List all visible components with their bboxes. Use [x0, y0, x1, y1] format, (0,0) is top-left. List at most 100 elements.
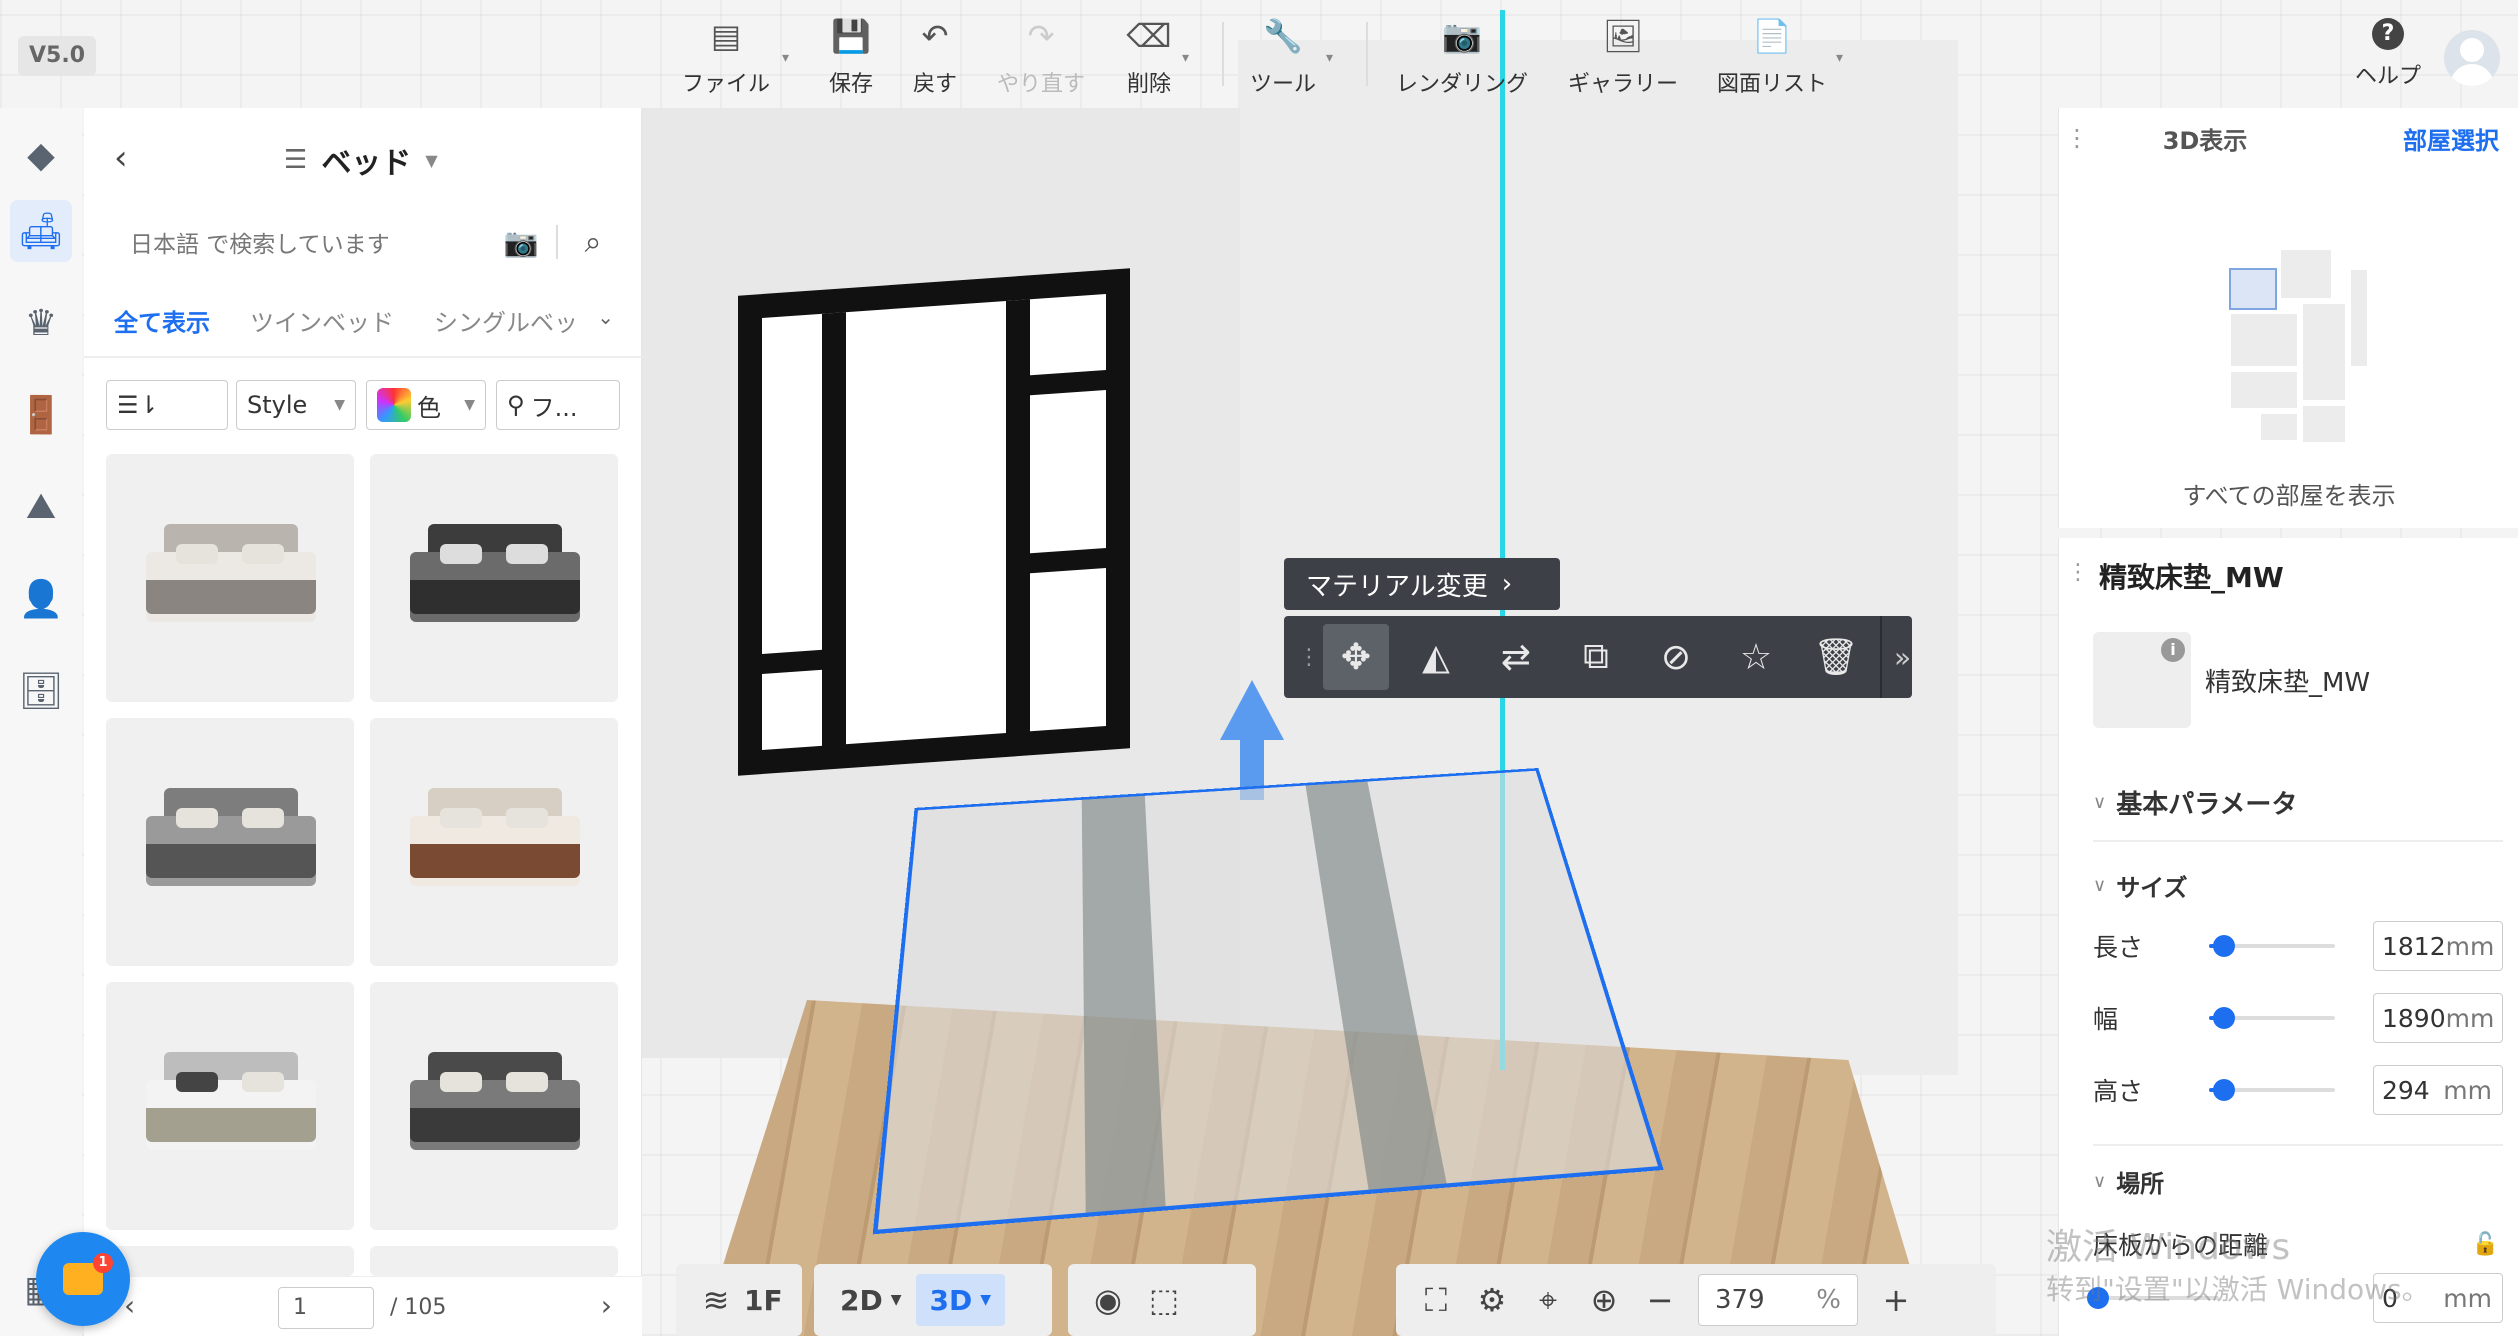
product-card[interactable]	[106, 454, 354, 702]
minimap-room[interactable]	[2349, 268, 2369, 368]
move-up-arrow-icon[interactable]	[1220, 680, 1284, 740]
width-input[interactable]: 1890 mm	[2373, 993, 2503, 1043]
back-chevron-icon[interactable]: ‹	[114, 138, 128, 178]
style-filter[interactable]: Style ▼	[236, 380, 356, 430]
minimap-room[interactable]	[2279, 248, 2333, 300]
camera-settings-icon[interactable]: ⚙	[1464, 1281, 1520, 1319]
minimap-room[interactable]	[2301, 302, 2347, 402]
product-card[interactable]	[106, 1246, 354, 1276]
selected-mattress-bounding-box[interactable]	[872, 767, 1664, 1235]
view-2d-button[interactable]: 2D ▼	[826, 1274, 916, 1326]
file-menu-button[interactable]: ▤ ファイル	[680, 18, 772, 98]
mattress-stripe	[1081, 795, 1166, 1213]
section-location[interactable]: ∨ 場所	[2093, 1164, 2164, 1199]
object-thumbnail[interactable]: i	[2093, 632, 2191, 728]
drag-handle-icon[interactable]: ⋮	[2059, 124, 2095, 152]
delete-button[interactable]: ⌫ 削除	[1124, 18, 1174, 98]
region-render-icon[interactable]: ⛶	[1408, 1281, 1464, 1320]
cabinet-icon[interactable]: 🗄	[10, 660, 72, 722]
undo-button[interactable]: ↶ 戻す	[910, 18, 960, 98]
minimap-room[interactable]	[2259, 412, 2299, 442]
list-icon: ☰	[284, 145, 308, 175]
drawing-list-button[interactable]: 📄 図面リスト	[1716, 18, 1828, 98]
help-button[interactable]: ? ヘルプ	[2348, 18, 2428, 90]
floor-selector[interactable]: ≋ 1F	[676, 1264, 802, 1336]
product-card[interactable]	[106, 718, 354, 966]
chevron-down-icon[interactable]: ⌄	[597, 305, 614, 329]
zoom-in-icon[interactable]: +	[1868, 1281, 1924, 1319]
lock-icon[interactable]: 🔓	[2472, 1232, 2499, 1257]
trash-icon[interactable]: 🗑	[1803, 624, 1869, 690]
width-slider[interactable]	[2209, 1007, 2335, 1029]
room-minimap[interactable]	[2229, 248, 2369, 448]
zoom-value: 379	[1715, 1285, 1765, 1315]
next-page-icon[interactable]: ›	[601, 1289, 612, 1322]
section-basic-params[interactable]: ∨ 基本パラメータ	[2093, 784, 2297, 821]
swap-icon[interactable]: ⇄	[1483, 624, 1549, 690]
chevron-down-icon: ▼	[890, 1292, 902, 1308]
room-select-link[interactable]: 部屋選択	[2403, 121, 2499, 156]
minimap-room[interactable]	[2301, 404, 2347, 444]
furniture-icon[interactable]: 🛋	[10, 200, 72, 262]
minimap-room-selected[interactable]	[2229, 268, 2277, 310]
redo-button[interactable]: ↷ やり直す	[996, 18, 1086, 98]
category-selector[interactable]: ☰ ベッド ▼	[284, 138, 438, 182]
show-all-rooms-link[interactable]: すべての部屋を表示	[2059, 476, 2518, 511]
landscape-icon[interactable]: ⛰	[10, 476, 72, 538]
minimap-room[interactable]	[2229, 370, 2299, 410]
expand-more-icon[interactable]: »	[1882, 641, 1911, 674]
door-icon[interactable]: 🚪	[10, 384, 72, 446]
gallery-button[interactable]: 🖼 ギャラリー	[1566, 18, 1680, 98]
minimap-room[interactable]	[2229, 312, 2299, 368]
height-slider[interactable]	[2209, 1079, 2335, 1101]
image-search-camera-icon[interactable]: 📷	[500, 226, 542, 259]
unit-label: mm	[2445, 931, 2495, 961]
unit-label: mm	[2443, 1075, 2492, 1105]
favorite-star-icon[interactable]: ☆	[1723, 624, 1789, 690]
product-card[interactable]	[370, 1246, 618, 1276]
length-slider[interactable]	[2209, 935, 2335, 957]
duplicate-icon[interactable]: ⧉	[1563, 624, 1629, 690]
hide-eye-icon[interactable]: ⊘	[1643, 624, 1709, 690]
rendering-button[interactable]: 📷 レンダリング	[1394, 18, 1530, 98]
tab-single-bed[interactable]: シングルベッ	[434, 303, 578, 347]
save-button[interactable]: 💾 保存	[826, 18, 876, 98]
person-icon[interactable]: 👤	[10, 568, 72, 630]
chat-support-button[interactable]: 1	[36, 1232, 130, 1326]
tools-menu-button[interactable]: 🔧 ツール	[1248, 18, 1318, 98]
window-model[interactable]	[738, 268, 1130, 776]
tab-twin-bed[interactable]: ツインベッド	[250, 303, 394, 347]
length-input[interactable]: 1812 mm	[2373, 921, 2503, 971]
section-size[interactable]: ∨ サイズ	[2093, 868, 2187, 903]
change-material-button[interactable]: マテリアル変更 ›	[1284, 558, 1560, 610]
mirror-icon[interactable]: ◭	[1403, 624, 1469, 690]
cube-icon[interactable]: ⬚	[1136, 1281, 1192, 1319]
search-icon[interactable]: ⌕	[572, 225, 614, 260]
drag-handle-icon[interactable]: ⋮	[1298, 645, 1320, 670]
drag-handle-icon[interactable]: ⋮	[2067, 560, 2089, 585]
visibility-eye-icon[interactable]: ◉	[1080, 1281, 1136, 1319]
page-number-input[interactable]: 1	[278, 1287, 374, 1329]
rotate-move-icon[interactable]: ✥	[1323, 624, 1389, 690]
premium-crown-icon[interactable]: ♛	[10, 292, 72, 354]
sort-filter[interactable]: ☰⇂	[106, 380, 228, 430]
product-card[interactable]	[370, 982, 618, 1230]
zoom-input[interactable]: 379 %	[1698, 1274, 1858, 1326]
zoom-out-icon[interactable]: −	[1632, 1281, 1688, 1319]
user-avatar[interactable]	[2444, 30, 2500, 86]
product-card[interactable]	[370, 718, 618, 966]
room-outline	[1500, 10, 2150, 1070]
floorplan-icon[interactable]: ◆	[10, 124, 72, 186]
more-filter[interactable]: ⚲ フ...	[496, 380, 620, 430]
tab-all[interactable]: 全て表示	[114, 303, 210, 347]
search-input[interactable]: 日本語 で検索しています	[130, 225, 500, 259]
view-3d-button[interactable]: 3D ▼	[915, 1274, 1006, 1326]
color-filter[interactable]: 色 ▼	[366, 380, 486, 430]
info-icon[interactable]: i	[2161, 638, 2185, 662]
product-card[interactable]	[370, 454, 618, 702]
height-input[interactable]: 294 mm	[2373, 1065, 2503, 1115]
product-card[interactable]	[106, 982, 354, 1230]
fit-view-icon[interactable]: ⌖	[1520, 1281, 1576, 1320]
camera-icon: 📷	[1442, 17, 1482, 55]
zoom-region-icon[interactable]: ⊕	[1576, 1281, 1632, 1319]
